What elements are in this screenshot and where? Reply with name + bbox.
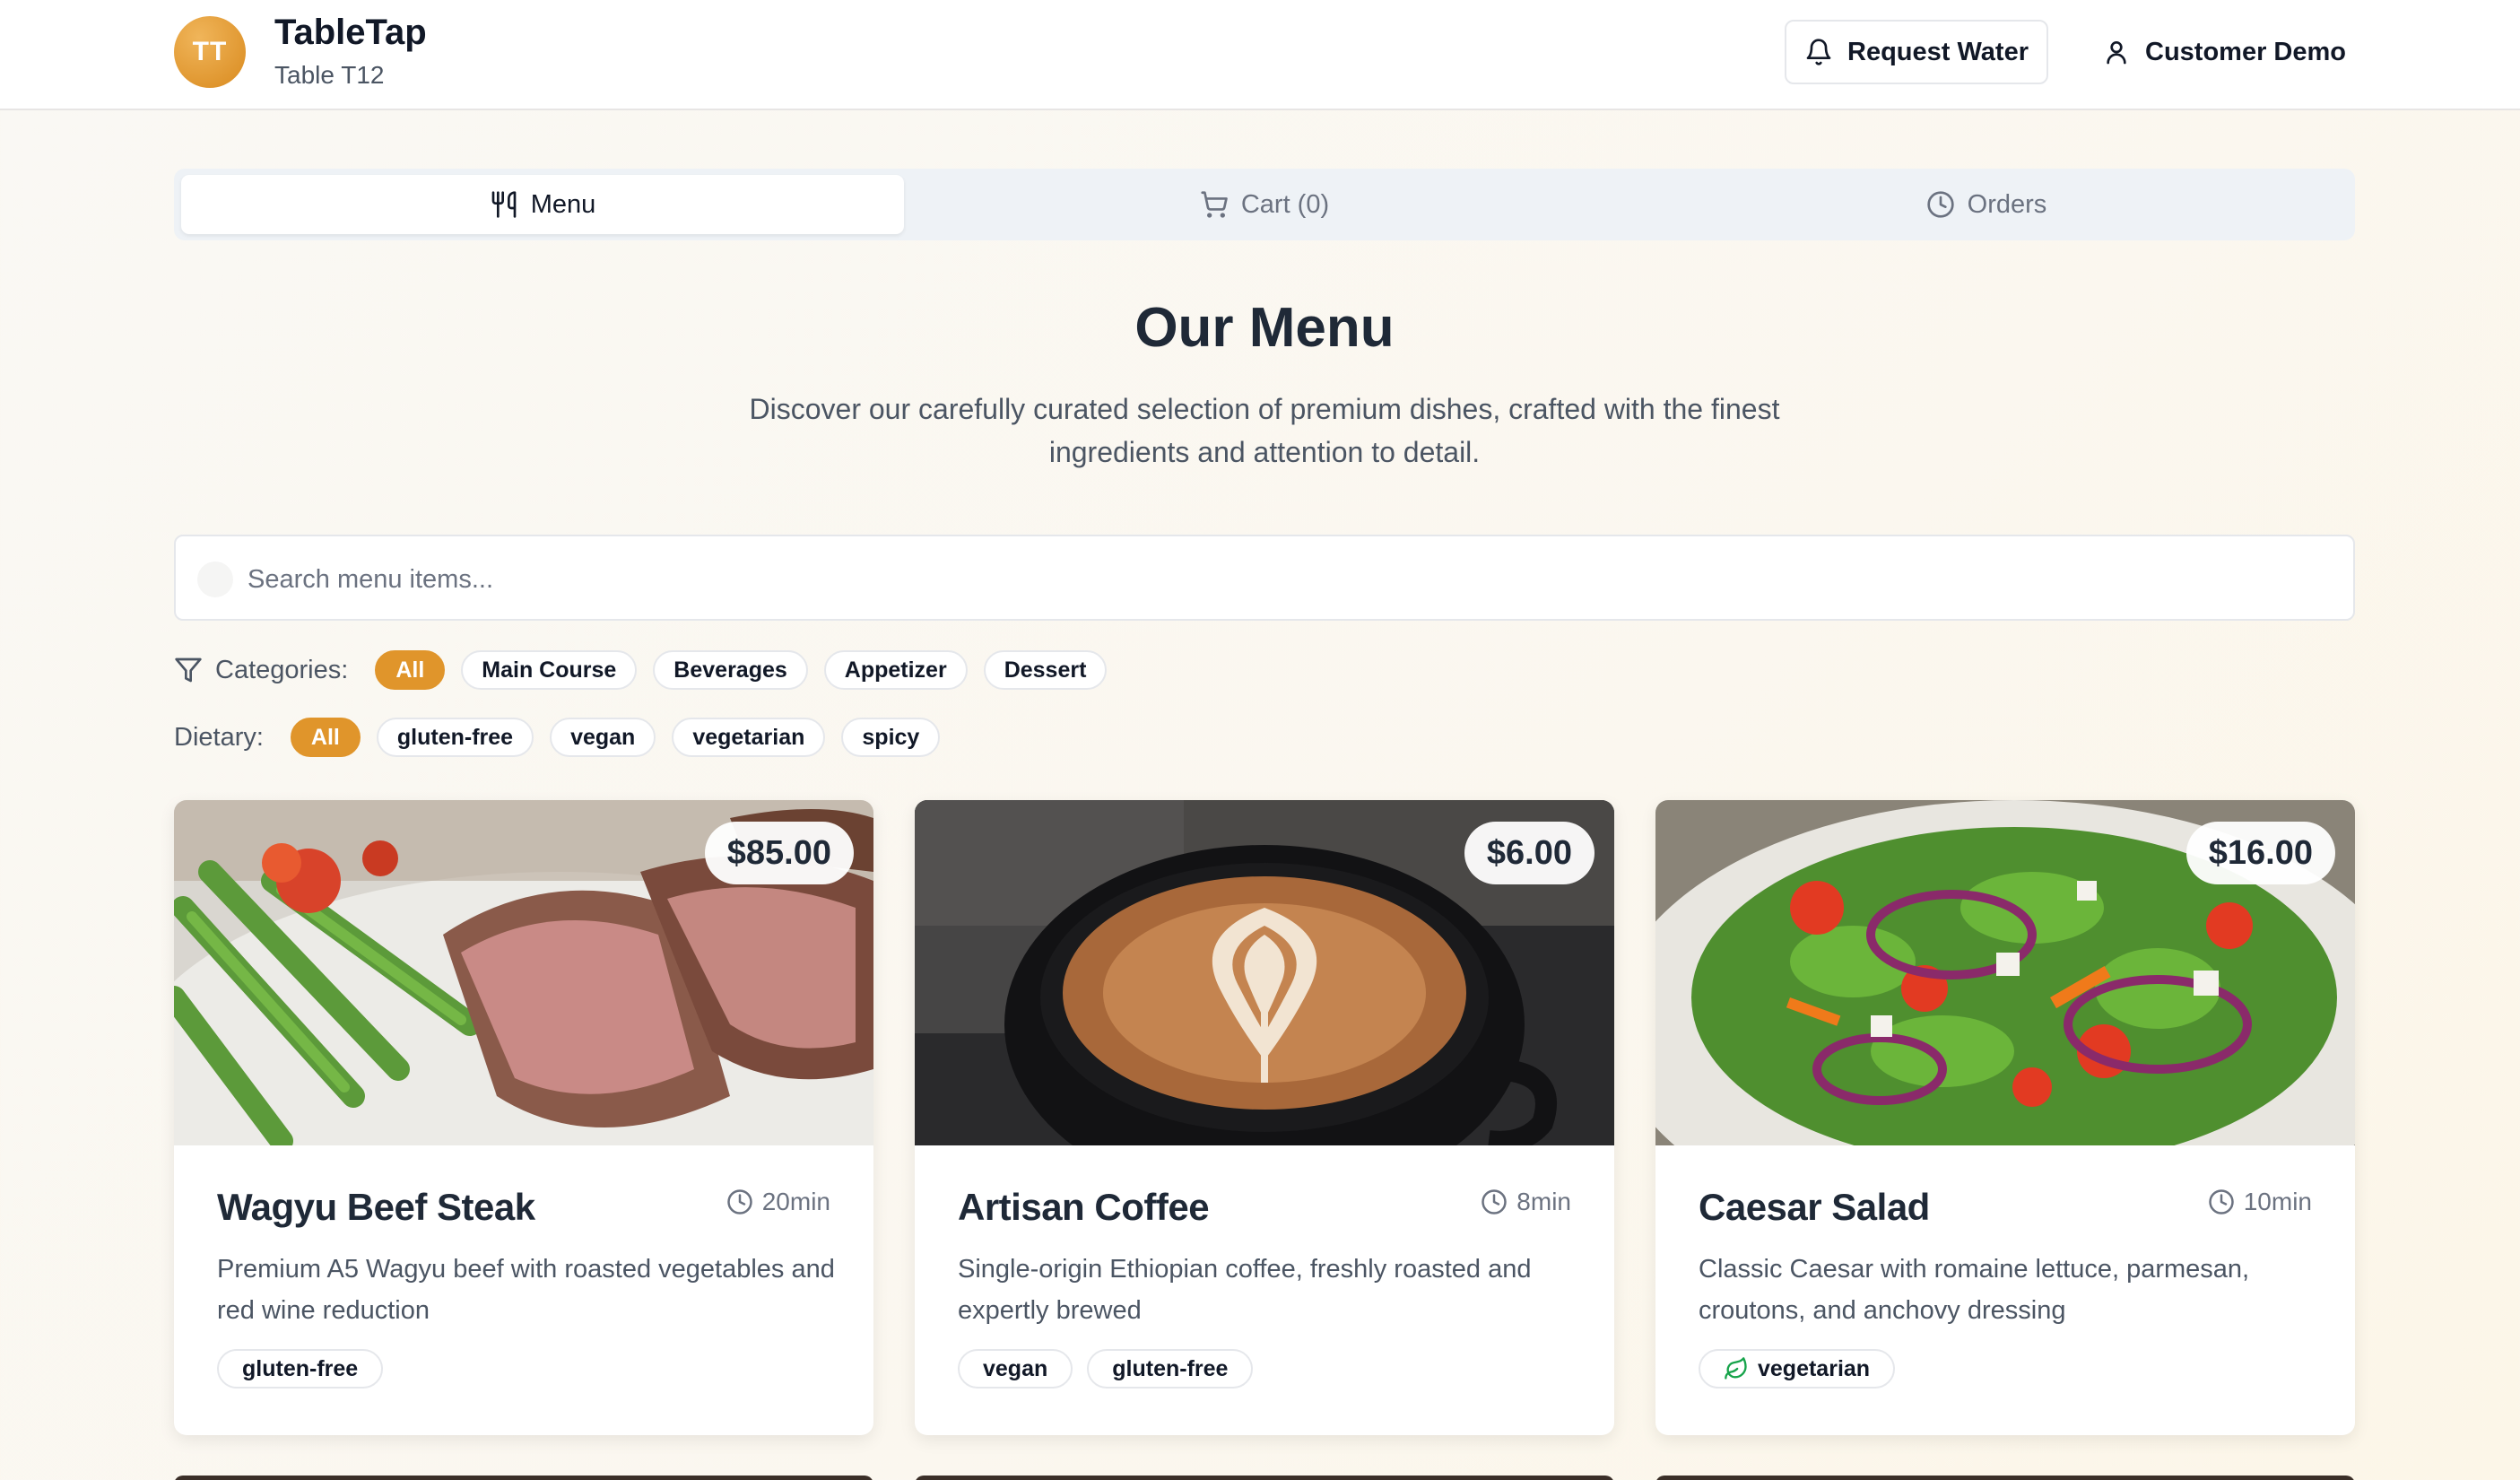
dietary-chip-vegetarian[interactable]: vegetarian [672, 718, 826, 757]
next-card-peek [174, 1476, 873, 1480]
categories-label-wrap: Categories: [174, 656, 348, 685]
search-input[interactable] [248, 553, 2328, 606]
tab-menu-label: Menu [530, 189, 596, 219]
coffee-photo: $6.00 [915, 800, 1614, 1145]
prep-time: 20min [726, 1188, 830, 1216]
next-card-peek [1655, 1476, 2355, 1480]
dietary-chip-spicy[interactable]: spicy [841, 718, 941, 757]
item-tags: vegan gluten-free [958, 1349, 1254, 1389]
category-chip-dessert[interactable]: Dessert [983, 650, 1108, 690]
page-title: Our Menu [1134, 297, 1395, 359]
dietary-chip-gluten-free[interactable]: gluten-free [376, 718, 534, 757]
prep-time-value: 20min [761, 1188, 830, 1215]
prep-time: 10min [2208, 1188, 2312, 1216]
price-badge: $6.00 [1464, 822, 1595, 884]
search-icon [197, 562, 233, 597]
tab-orders[interactable]: Orders [1625, 175, 2348, 234]
menu-item-card[interactable]: $6.00 Artisan Coffee 8min Single-origin … [915, 800, 1614, 1435]
tag-vegan: vegan [958, 1349, 1073, 1389]
tab-cart-label: Cart (0) [1240, 189, 1330, 219]
item-name: Wagyu Beef Steak [217, 1186, 535, 1228]
prep-time-value: 8min [1516, 1188, 1571, 1215]
category-chip-main-course[interactable]: Main Course [461, 650, 638, 690]
user-icon [2102, 38, 2131, 66]
table-label: Table T12 [274, 61, 385, 89]
item-name: Caesar Salad [1699, 1186, 1930, 1228]
dietary-filters: Dietary: All gluten-free vegan vegetaria… [174, 717, 941, 758]
prep-time: 8min [1481, 1188, 1571, 1216]
user-name: Customer Demo [2145, 37, 2346, 66]
user-menu-button[interactable]: Customer Demo [2081, 20, 2368, 84]
price-badge: $85.00 [704, 822, 854, 884]
clock-icon [2208, 1188, 2235, 1215]
tag-label: vegetarian [1758, 1355, 1871, 1381]
tab-menu[interactable]: Menu [181, 175, 904, 234]
leaf-icon [1724, 1356, 1749, 1381]
menu-item-card[interactable]: $16.00 Caesar Salad 10min Classic Caesar… [1655, 800, 2355, 1435]
category-chip-appetizer[interactable]: Appetizer [823, 650, 968, 690]
item-description: Premium A5 Wagyu beef with roasted veget… [217, 1255, 835, 1325]
tag-vegetarian: vegetarian [1699, 1349, 1896, 1389]
dietary-label: Dietary: [174, 722, 264, 752]
brand-name: TableTap [274, 13, 427, 52]
search-box [174, 535, 2355, 621]
cart-icon [1200, 190, 1229, 219]
logo-initials: TT [192, 37, 228, 66]
salad-photo: $16.00 [1655, 800, 2355, 1145]
menu-item-card[interactable]: $85.00 Wagyu Beef Steak 20min Premium A5… [174, 800, 873, 1435]
bell-icon [1804, 38, 1833, 66]
request-water-button[interactable]: Request Water [1785, 20, 2048, 84]
steak-photo: $85.00 [174, 800, 873, 1145]
clock-icon [1481, 1188, 1508, 1215]
brand-logo: TT [174, 16, 246, 88]
tab-cart[interactable]: Cart (0) [903, 175, 1626, 234]
item-description: Single-origin Ethiopian coffee, freshly … [958, 1255, 1532, 1325]
categories-label: Categories: [215, 655, 349, 684]
dietary-chip-all[interactable]: All [290, 718, 361, 757]
category-filters: Categories: All Main Course Beverages Ap… [174, 649, 1108, 691]
top-bar: TT TableTap Table T12 Request Water Cust… [0, 0, 2520, 110]
item-tags: gluten-free [217, 1349, 384, 1389]
item-name: Artisan Coffee [958, 1186, 1210, 1228]
filter-icon [174, 656, 203, 684]
price-badge: $16.00 [2185, 822, 2335, 884]
clock-icon [726, 1188, 753, 1215]
tag-gluten-free: gluten-free [217, 1349, 384, 1389]
item-tags: vegetarian [1699, 1349, 1896, 1389]
request-water-label: Request Water [1847, 37, 2029, 66]
category-chip-beverages[interactable]: Beverages [653, 650, 808, 690]
tag-gluten-free: gluten-free [1087, 1349, 1254, 1389]
next-card-peek [915, 1476, 1614, 1480]
dietary-chip-vegan[interactable]: vegan [550, 718, 656, 757]
category-chip-all[interactable]: All [375, 650, 446, 690]
utensils-icon [490, 190, 518, 219]
tab-orders-label: Orders [1967, 189, 2047, 219]
page-description: Discover our carefully curated selection… [749, 393, 1780, 468]
prep-time-value: 10min [2243, 1188, 2312, 1215]
clock-icon [1926, 190, 1955, 219]
item-description: Classic Caesar with romaine lettuce, par… [1699, 1255, 2250, 1325]
main-tabs: Menu Cart (0) Orders [174, 169, 2355, 240]
